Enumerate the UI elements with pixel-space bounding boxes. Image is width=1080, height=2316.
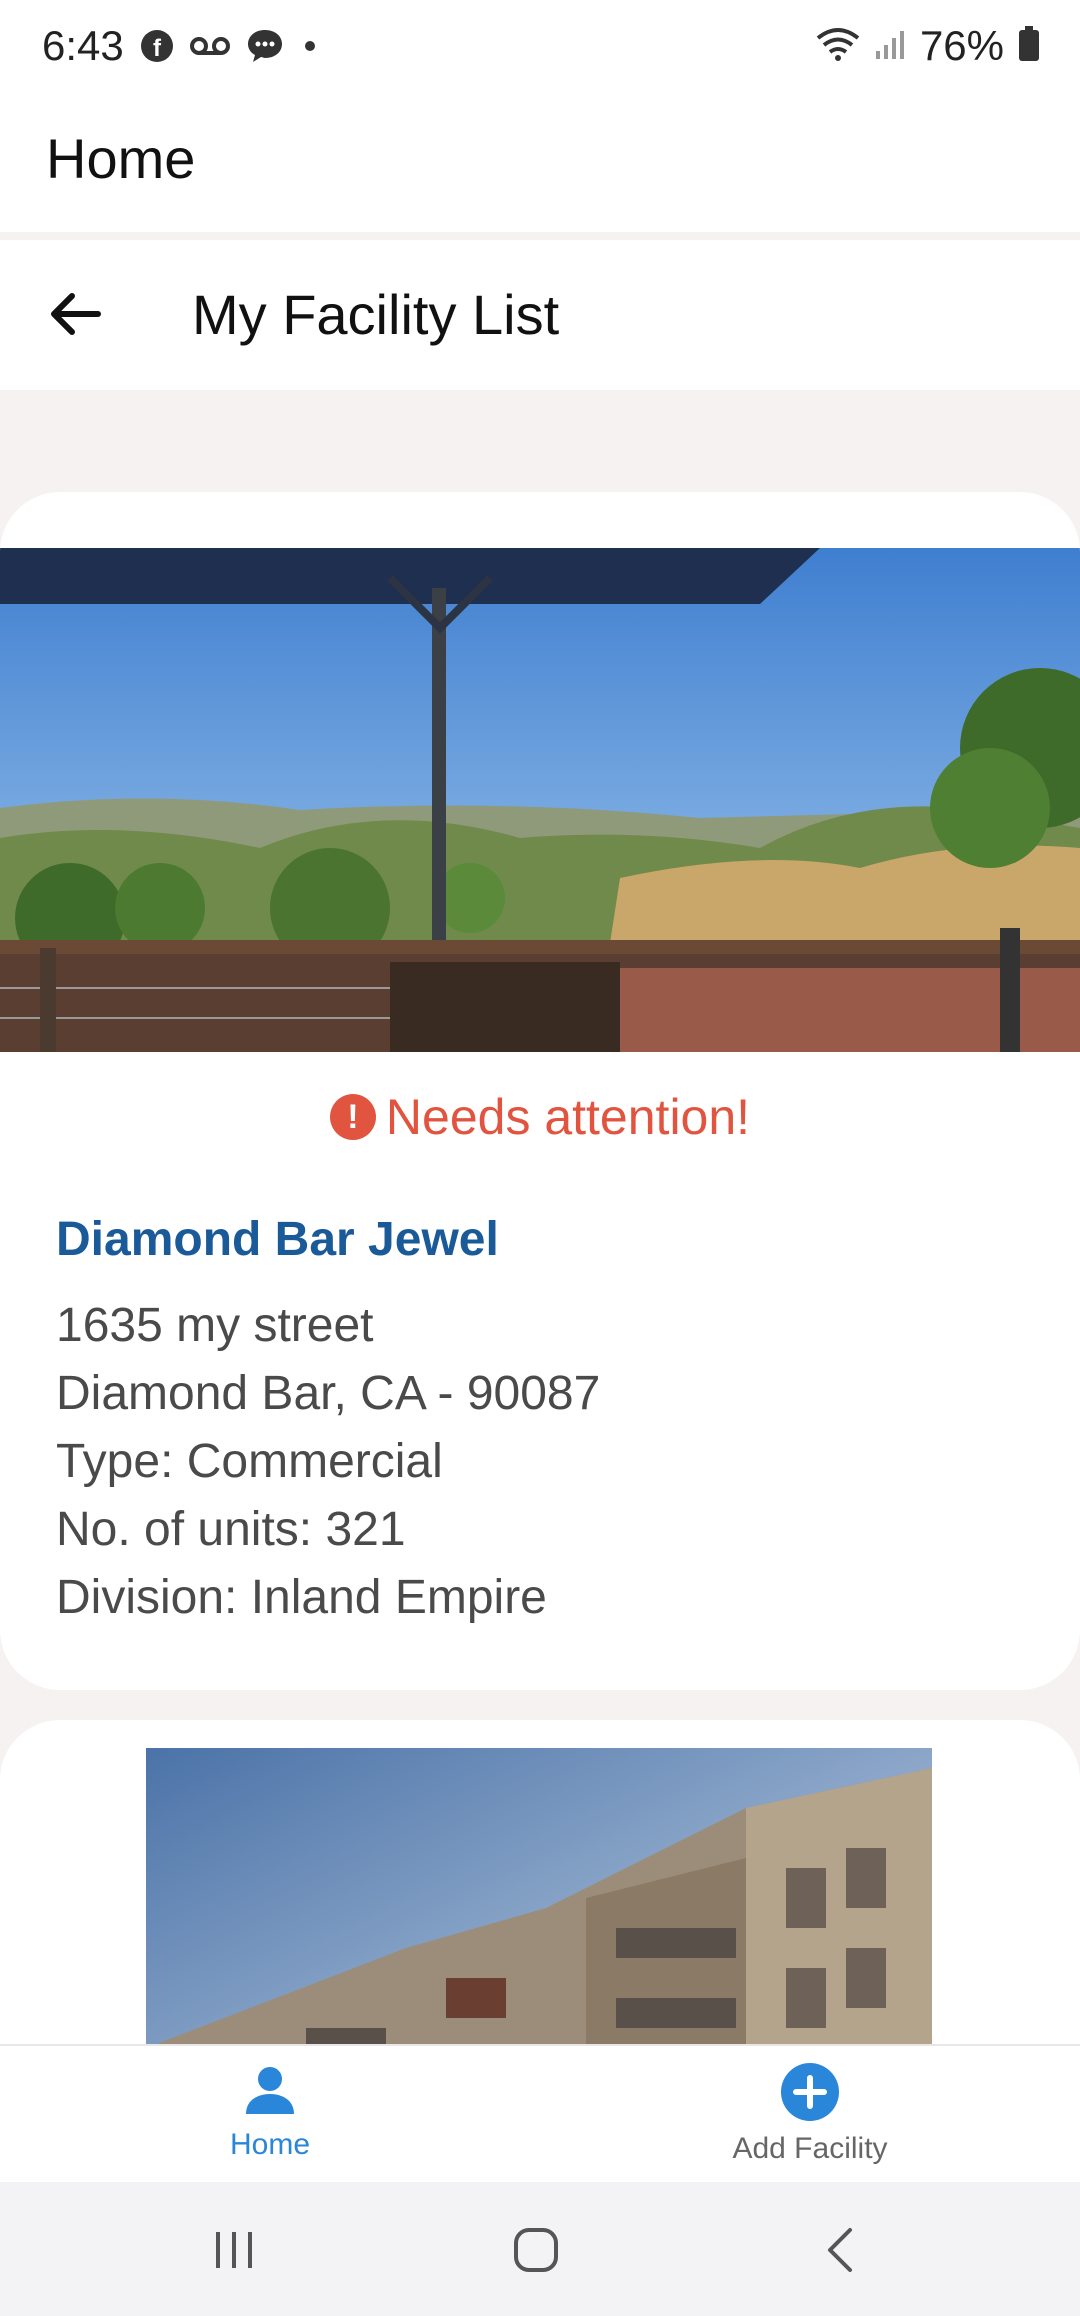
facility-card[interactable]: ! Needs attention! Diamond Bar Jewel 163… (0, 492, 1080, 1690)
person-icon (246, 2067, 294, 2114)
system-status: 76% (816, 22, 1040, 70)
facility-details: 1635 my street Diamond Bar, CA - 90087 T… (56, 1292, 600, 1632)
signal-icon (874, 27, 906, 66)
facebook-icon: f (140, 29, 174, 68)
facility-division: Division: Inland Empire (56, 1571, 547, 1624)
svg-text:f: f (153, 35, 162, 62)
dot-icon (300, 36, 320, 61)
facility-name[interactable]: Diamond Bar Jewel (56, 1212, 499, 1267)
facility-address-line1: 1635 my street (56, 1299, 374, 1352)
wifi-icon (816, 26, 860, 67)
list-header: My Facility List (0, 240, 1080, 390)
nav-home[interactable]: Home (120, 2062, 420, 2162)
notification-icons: f (140, 28, 320, 69)
home-circle-icon (514, 2228, 558, 2272)
status-time: 6:43 (42, 22, 124, 69)
facility-address-line2: Diamond Bar, CA - 90087 (56, 1367, 601, 1420)
nav-add-label: Add Facility (732, 2132, 888, 2165)
nav-home-label: Home (229, 2128, 311, 2161)
add-circle-icon (781, 2063, 839, 2121)
status-bar: 6:43 f 76% (0, 0, 1080, 96)
facility-units: No. of units: 321 (56, 1503, 406, 1556)
alert-text: Needs attention! (385, 1089, 751, 1145)
arrow-left-icon (51, 293, 101, 335)
attention-alert: ! Needs attention! (0, 1088, 1080, 1146)
app-header: Home (0, 96, 1080, 232)
facility-type: Type: Commercial (56, 1435, 443, 1488)
nav-add-facility[interactable]: Add Facility (660, 2062, 960, 2166)
recents-button[interactable] (194, 2220, 274, 2280)
system-back-button[interactable] (800, 2220, 880, 2280)
recents-icon (216, 2232, 252, 2268)
battery-percent: 76% (919, 22, 1004, 69)
facility-photo (0, 548, 1080, 1052)
list-title: My Facility List (192, 283, 560, 346)
back-button[interactable] (40, 278, 112, 350)
exclamation-icon: ! (329, 1094, 376, 1140)
chat-icon (246, 28, 284, 69)
bottom-navigation: Home Add Facility (0, 2044, 1080, 2184)
chevron-left-icon (828, 2228, 852, 2272)
system-navigation-bar (0, 2182, 1080, 2316)
battery-icon (1018, 25, 1040, 67)
page-title: Home (46, 127, 196, 190)
voicemail-icon (190, 34, 230, 63)
home-button[interactable] (496, 2220, 576, 2280)
